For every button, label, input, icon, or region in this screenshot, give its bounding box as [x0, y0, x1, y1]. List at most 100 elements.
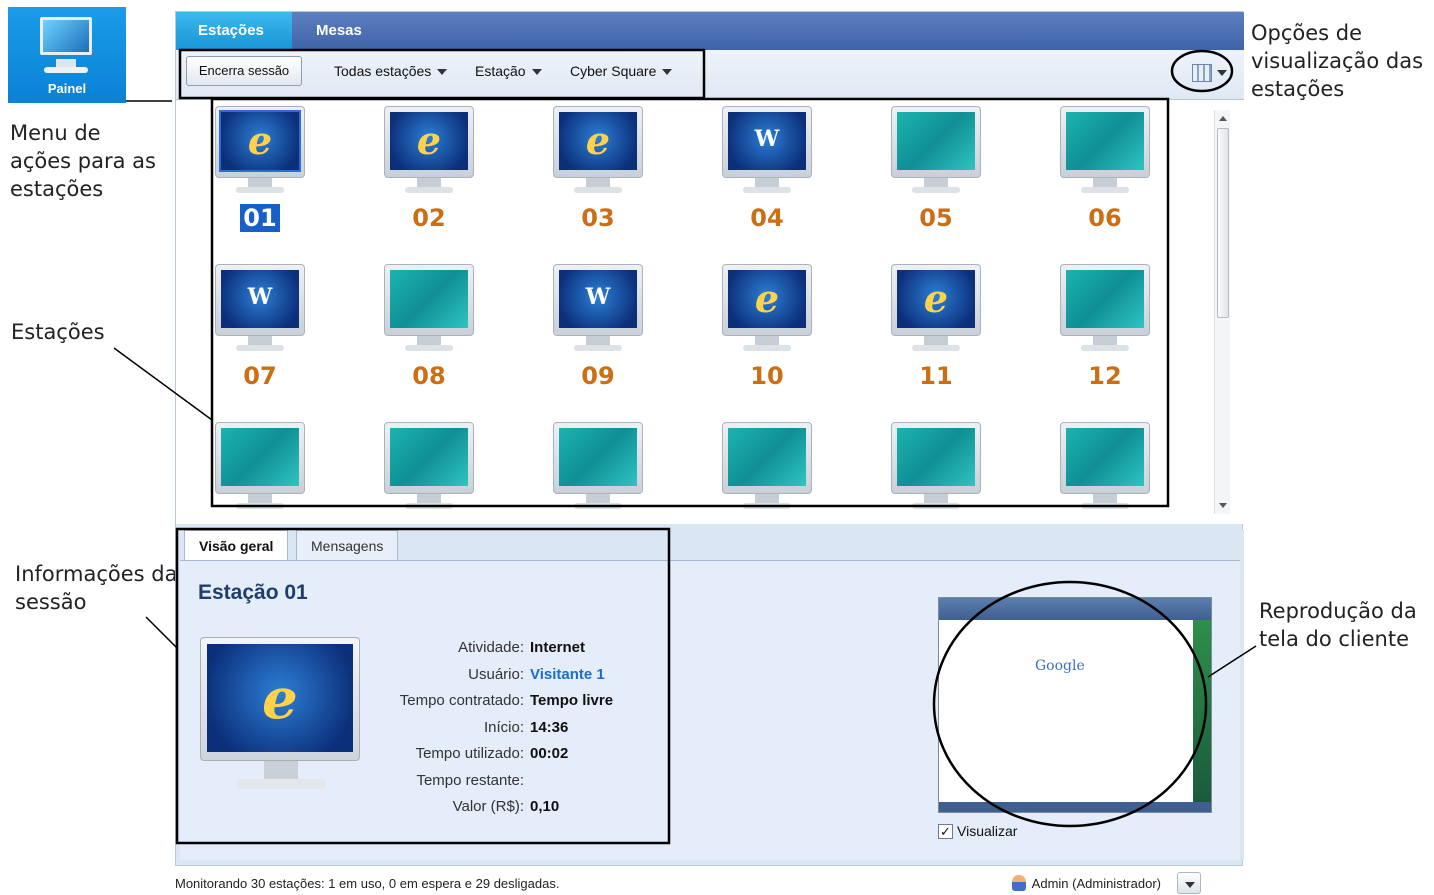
station-item[interactable]: W 04 — [717, 106, 817, 256]
station-item[interactable]: e 02 — [379, 106, 479, 256]
app-window: Estações Mesas Encerra sessão Todas esta… — [175, 11, 1244, 866]
field-value: Tempo livre — [530, 692, 614, 709]
chevron-down-icon — [1185, 882, 1195, 888]
station-item[interactable]: e 10 — [717, 264, 817, 414]
station-actions-toolbar: Encerra sessão Todas estações Estação Cy… — [176, 50, 1244, 100]
session-info-body: Estação 01 e Atividade: Internet Usuário: V… — [180, 560, 1240, 860]
estacao-dropdown[interactable]: Estação — [475, 56, 542, 86]
station-item[interactable]: 06 — [1055, 106, 1155, 256]
tab-mesas[interactable]: Mesas — [294, 12, 384, 50]
station-item[interactable] — [379, 422, 479, 516]
station-item[interactable]: W 07 — [210, 264, 310, 414]
tab-estacoes[interactable]: Estações — [176, 12, 292, 50]
scroll-up-icon[interactable] — [1219, 116, 1227, 121]
scroll-down-icon[interactable] — [1219, 503, 1227, 508]
main-tabbar: Estações Mesas — [176, 12, 1244, 50]
encerra-sessao-button[interactable]: Encerra sessão — [186, 56, 302, 86]
internet-explorer-icon: e — [923, 276, 949, 321]
station-item[interactable]: 12 — [1055, 264, 1155, 414]
annotation-reproducao: Reprodução da tela do cliente — [1259, 599, 1417, 651]
station-item[interactable] — [210, 422, 310, 516]
chevron-down-icon — [437, 69, 448, 76]
station-item[interactable]: e 01 — [210, 106, 310, 256]
station-number: 10 — [750, 362, 784, 390]
station-monitor-icon — [1060, 422, 1150, 494]
station-monitor-icon — [722, 422, 812, 494]
station-number: 02 — [412, 204, 446, 232]
station-monitor-icon — [891, 422, 981, 494]
field-label: Atividade: — [458, 639, 524, 656]
user-menu-button[interactable] — [1177, 872, 1201, 894]
chevron-down-icon — [1217, 70, 1227, 76]
internet-explorer-icon: e — [585, 118, 611, 163]
field-label: Tempo utilizado: — [415, 745, 524, 762]
station-monitor-icon: W — [215, 264, 305, 336]
station-monitor-icon: e — [215, 106, 305, 178]
internet-explorer-icon: e — [754, 276, 780, 321]
user-name: Admin (Administrador) — [1031, 875, 1161, 891]
chevron-down-icon — [531, 69, 542, 76]
annotation-estacoes: Estações — [11, 320, 105, 344]
station-monitor-icon — [891, 106, 981, 178]
stations-grid: e 01 e 02 e 03 W 04 05 06 W 07 08 W 09 e 10 e 11 12 — [210, 106, 1180, 516]
station-item[interactable] — [548, 422, 648, 516]
cyber-square-dropdown[interactable]: Cyber Square — [570, 56, 673, 86]
station-monitor-icon — [1060, 106, 1150, 178]
view-options-button[interactable] — [1188, 60, 1232, 86]
stations-scrollbar[interactable] — [1214, 110, 1230, 514]
painel-label: Painel — [47, 81, 87, 96]
station-item[interactable]: 08 — [379, 264, 479, 414]
station-item[interactable] — [886, 422, 986, 516]
station-number: 12 — [1088, 362, 1122, 390]
monitor-icon — [40, 17, 92, 55]
annotation-opcoes: Opções de visualização das estações — [1251, 21, 1424, 101]
preview-google-logo: Google — [1035, 658, 1085, 674]
word-document-icon: W — [754, 126, 780, 152]
scroll-thumb[interactable] — [1217, 128, 1229, 318]
field-value: 14:36 — [530, 718, 569, 736]
station-item[interactable]: 05 — [886, 106, 986, 256]
field-label: Início: — [483, 718, 524, 736]
station-item[interactable]: e 03 — [548, 106, 648, 256]
station-number: 06 — [1088, 204, 1122, 232]
station-monitor-icon — [553, 422, 643, 494]
status-bar: Monitorando 30 estações: 1 em uso, 0 em … — [175, 872, 1243, 895]
checkbox-box[interactable]: ✓ — [938, 823, 953, 839]
session-info-panel: Visão geral Mensagens Estação 01 e Ativi… — [176, 530, 1244, 860]
visualizar-checkbox[interactable]: ✓ Visualizar — [938, 823, 1017, 839]
station-number: 07 — [243, 362, 277, 390]
station-monitor-icon: e — [722, 264, 812, 336]
status-text: Monitorando 30 estações: 1 em uso, 0 em … — [175, 876, 560, 891]
internet-explorer-icon: e — [416, 118, 442, 163]
chevron-down-icon — [662, 69, 673, 76]
session-field-row: Início: 14:36 — [380, 715, 640, 742]
field-label: Tempo restante: — [416, 771, 524, 789]
field-label: Tempo contratado: — [399, 692, 524, 709]
station-number: 03 — [581, 204, 615, 232]
field-label: Valor (R$): — [452, 798, 524, 815]
station-item[interactable]: W 09 — [548, 264, 648, 414]
station-title: Estação 01 — [198, 581, 308, 604]
internet-explorer-icon: e — [247, 118, 273, 163]
station-monitor-icon: W — [722, 106, 812, 178]
station-item[interactable] — [717, 422, 817, 516]
station-number: 08 — [412, 362, 446, 390]
grid-view-icon — [1192, 64, 1212, 82]
user-icon — [1011, 875, 1026, 891]
todas-estacoes-dropdown[interactable]: Todas estações — [334, 56, 448, 86]
painel-button[interactable]: Painel — [8, 7, 126, 103]
field-label: Usuário: — [468, 665, 524, 683]
field-value-link[interactable]: Visitante 1 — [530, 662, 605, 689]
visualizar-label: Visualizar — [957, 823, 1018, 839]
tab-visao-geral[interactable]: Visão geral — [184, 530, 289, 560]
tab-mensagens[interactable]: Mensagens — [296, 530, 399, 560]
session-field-row: Tempo restante: — [380, 768, 640, 795]
client-screen-preview[interactable]: Google — [938, 597, 1212, 813]
station-number: 05 — [919, 204, 953, 232]
stations-panel: e 01 e 02 e 03 W 04 05 06 W 07 08 W 09 e 10 e 11 12 — [176, 100, 1244, 524]
station-item[interactable] — [1055, 422, 1155, 516]
internet-explorer-icon: e — [262, 666, 298, 732]
field-value: 00:02 — [530, 745, 569, 762]
station-item[interactable]: e 11 — [886, 264, 986, 414]
user-area: Admin (Administrador) — [1011, 875, 1161, 891]
